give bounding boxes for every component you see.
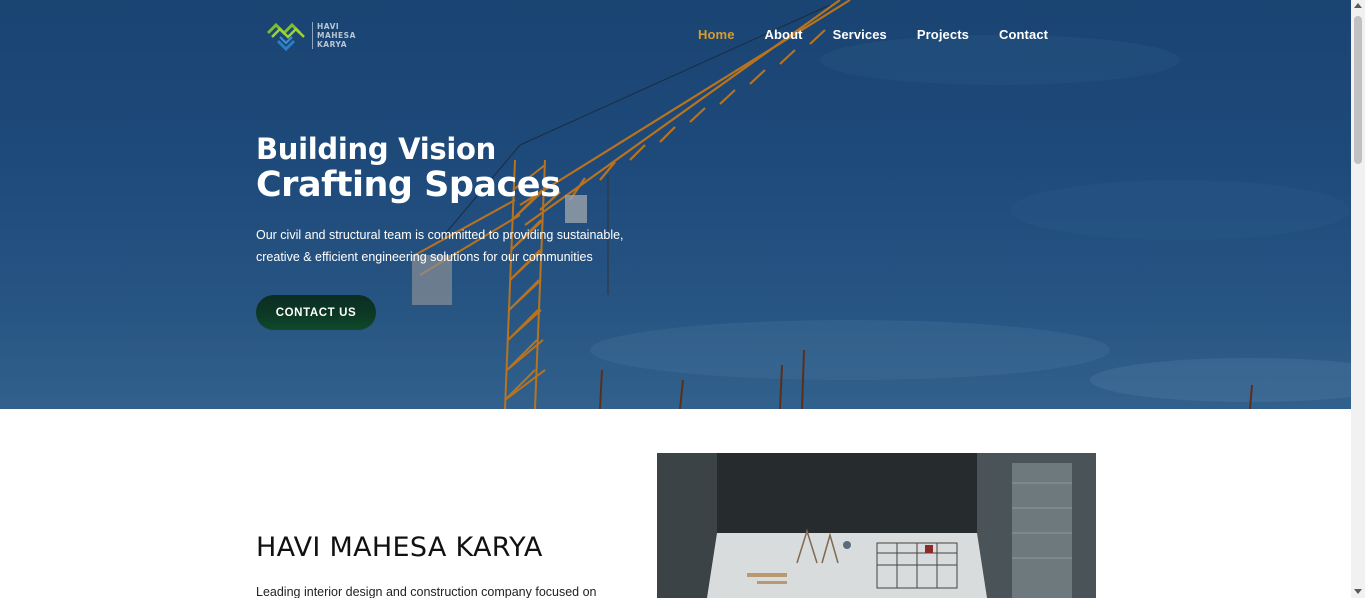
logo-mark-icon (266, 22, 305, 51)
hero-title-line-2: Crafting Spaces (256, 165, 561, 205)
scroll-up-arrow-icon[interactable] (1354, 3, 1362, 8)
scrollbar-thumb[interactable] (1354, 16, 1362, 164)
nav-services[interactable]: Services (833, 27, 887, 42)
construction-site-image (657, 453, 1096, 598)
about-title: HAVI MAHESA KARYA (256, 532, 543, 563)
nav-contact[interactable]: Contact (999, 27, 1048, 42)
nav-about[interactable]: About (765, 27, 803, 42)
site-header: HAVI MAHESA KARYA Home About Services Pr… (0, 0, 1351, 70)
hero-content: Building Vision Crafting Spaces Our civi… (256, 132, 676, 268)
hero-title-line-1: Building Vision (256, 132, 496, 166)
contact-us-button[interactable]: CONTACT US (256, 295, 376, 330)
hero-section: HAVI MAHESA KARYA Home About Services Pr… (0, 0, 1351, 409)
brand-logo[interactable]: HAVI MAHESA KARYA (266, 18, 366, 52)
main-nav: Home About Services Projects Contact (698, 27, 1078, 42)
about-description: Leading interior design and construction… (256, 585, 597, 598)
construction-site-illustration (657, 453, 1096, 598)
hero-description: Our civil and structural team is committ… (256, 228, 624, 264)
logo-line-3: KARYA (317, 39, 347, 49)
nav-projects[interactable]: Projects (917, 27, 969, 42)
nav-home[interactable]: Home (698, 27, 735, 42)
scroll-down-arrow-icon[interactable] (1354, 589, 1362, 594)
logo-line-1: HAVI (317, 21, 340, 31)
logo-line-2: MAHESA (317, 30, 356, 40)
logo-wordmark: HAVI MAHESA KARYA (312, 21, 356, 49)
